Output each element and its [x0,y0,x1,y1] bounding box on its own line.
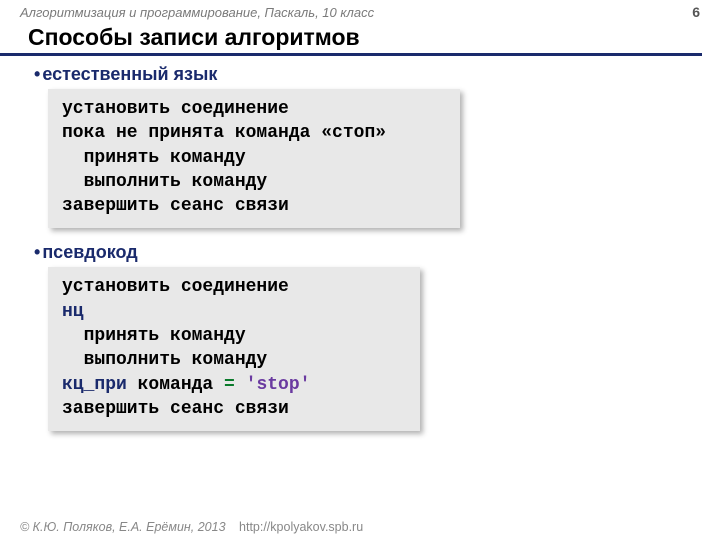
code-line: выполнить команду [62,350,267,370]
footer-link: http://kpolyakov.spb.ru [239,520,363,534]
cond-word: команда [127,375,224,395]
bullet-label: псевдокод [42,242,137,263]
bullet-natural: • естественный язык [34,64,680,85]
string-stop: 'stop' [235,375,311,395]
code-line: пока не принята команда «стоп» [62,123,386,143]
code-line: установить соединение [62,277,289,297]
bullet-pseudo: • псевдокод [34,242,680,263]
code-line: завершить сеанс связи [62,399,289,419]
code-line: принять команду [62,326,246,346]
course-name: Алгоритмизация и программирование, Паска… [20,5,374,20]
slide-header: Алгоритмизация и программирование, Паска… [0,0,720,22]
bullet-icon: • [34,65,40,83]
bullet-icon: • [34,243,40,261]
operator-eq: = [224,375,235,395]
slide-footer: © К.Ю. Поляков, Е.А. Ерёмин, 2013 http:/… [20,520,363,534]
section-natural-language: • естественный язык установить соединени… [0,64,720,242]
code-line: установить соединение [62,99,289,119]
keyword-kc: кц_при [62,375,127,395]
code-line: принять команду [62,148,246,168]
code-line: выполнить команду [62,172,267,192]
page-number: 6 [692,4,700,20]
keyword-nc: нц [62,302,84,322]
code-pseudo: установить соединение нц принять команду… [48,267,420,431]
copyright: © К.Ю. Поляков, Е.А. Ерёмин, 2013 [20,520,226,534]
slide-title: Способы записи алгоритмов [0,22,702,56]
bullet-label: естественный язык [42,64,217,85]
code-line: завершить сеанс связи [62,196,289,216]
code-natural: установить соединение пока не принята ко… [48,89,460,228]
section-pseudocode: • псевдокод установить соединение нц при… [0,242,720,445]
